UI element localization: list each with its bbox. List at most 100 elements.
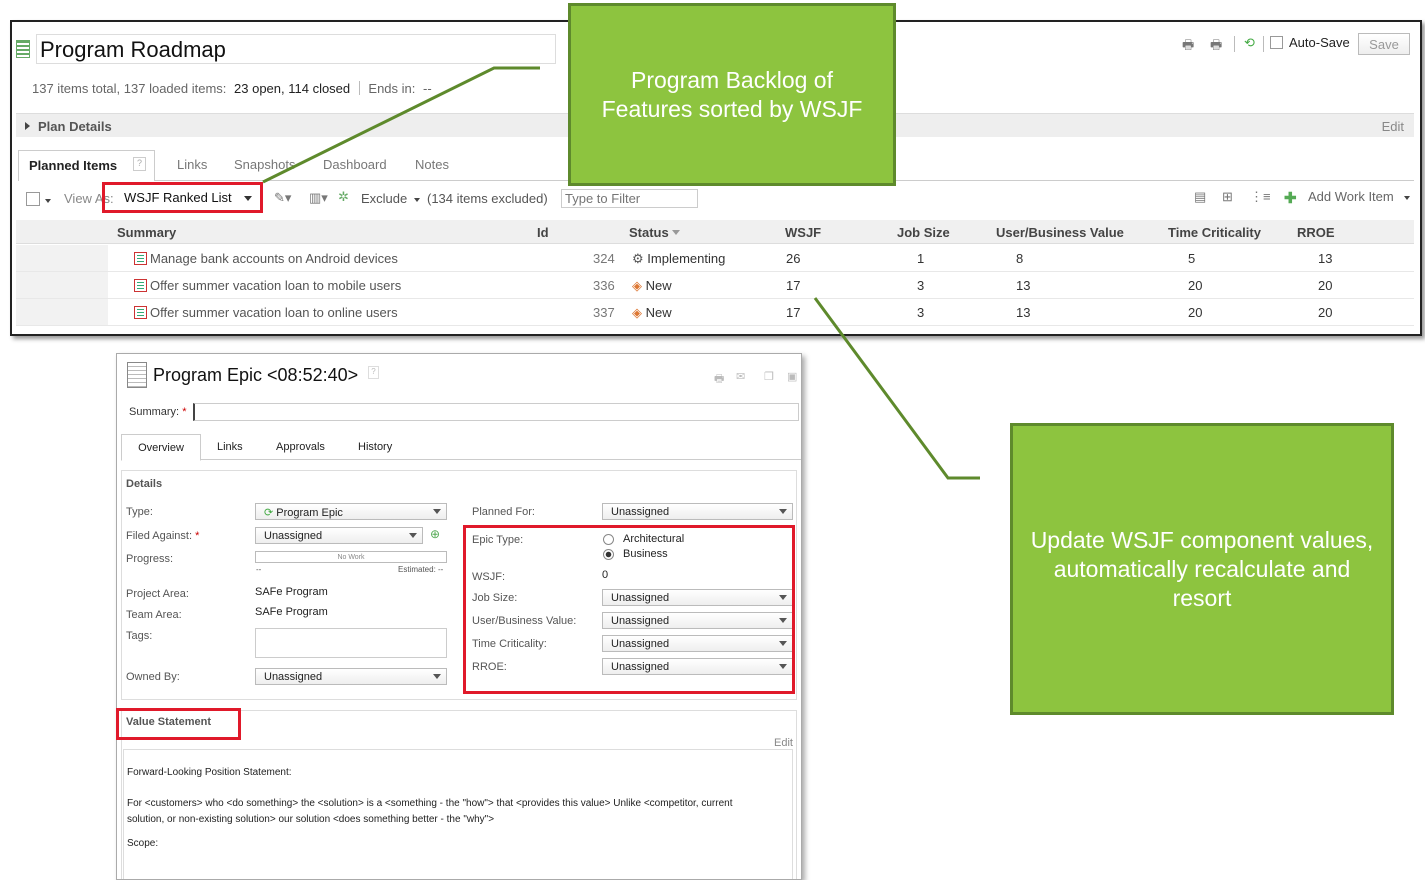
vs-line: Scope: [127,838,159,849]
chevron-down-icon[interactable] [1404,196,1410,200]
col-summary[interactable]: Summary [117,225,176,240]
table-row[interactable]: Manage bank accounts on Android devices … [16,245,1414,272]
owned-by-select[interactable]: Unassigned [255,668,447,685]
value-statement-edit-link[interactable]: Edit [774,737,793,749]
select-all-checkbox[interactable] [26,192,40,206]
tab-dashboard[interactable]: Dashboard [323,157,387,172]
col-user-business-value[interactable]: User/Business Value [996,225,1124,240]
col-status[interactable]: Status [629,225,681,240]
tab-links[interactable]: Links [217,441,243,453]
tab-planned-items[interactable]: Planned Items ? [18,150,155,181]
filed-against-select[interactable]: Unassigned [255,527,423,544]
page-title: Program Roadmap [40,37,226,62]
gear-icon: ⚙ [632,251,644,266]
collapse-icon[interactable]: ▤ [1194,189,1206,205]
summary-label-text: Summary: [129,406,180,418]
row-id: 336 [593,278,615,293]
col-rroe[interactable]: RROE [1297,225,1335,240]
table-row[interactable]: Offer summer vacation loan to online use… [16,299,1414,326]
auto-save-checkbox[interactable] [1270,36,1283,49]
columns-icon[interactable]: ▥▾ [309,190,328,206]
print-icon[interactable]: 🖶 [1182,36,1194,58]
help-icon[interactable]: ? [368,366,379,379]
sort-desc-icon [672,230,681,235]
col-time-criticality[interactable]: Time Criticality [1168,225,1261,240]
row-id: 324 [593,251,615,266]
progress-label: Progress: [126,553,174,565]
print-icon[interactable]: 🖶 [714,370,724,389]
project-area-value[interactable]: SAFe Program [255,586,328,598]
tab-label: Overview [138,442,184,454]
row-status: ◈ New [632,305,672,321]
roadmap-icon [16,40,30,58]
refresh-icon[interactable]: ⟲ [1244,35,1255,51]
exclude-icon[interactable]: ✲ [338,189,349,205]
col-job-size[interactable]: Job Size [897,225,950,240]
estimated-text: Estimated: -- [398,565,444,574]
owned-by-value: Unassigned [264,671,323,683]
row-wsjf: 26 [786,251,801,266]
tab-notes[interactable]: Notes [415,157,449,172]
filed-against-value: Unassigned [264,530,323,542]
edit-icon[interactable]: ✎▾ [274,190,291,206]
row-rroe: 13 [1318,251,1333,266]
row-gutter [16,299,108,325]
tags-input[interactable] [255,628,447,658]
row-summary[interactable]: Offer summer vacation loan to online use… [134,305,398,320]
col-wsjf[interactable]: WSJF [785,225,821,240]
row-gutter [16,272,108,298]
type-label: Type: [126,506,153,518]
row-rroe: 20 [1318,278,1333,293]
add-icon[interactable]: ✚ [1284,189,1297,207]
list-icon[interactable]: ⋮≡ [1250,189,1271,205]
tab-snapshots[interactable]: Snapshots [234,157,295,172]
help-icon[interactable]: ? [133,157,146,171]
filed-against-text: Filed Against: [126,530,193,542]
chevron-down-icon [433,674,441,679]
type-select[interactable]: ⟳ Program Epic [255,503,447,520]
roadmap-title-field[interactable]: Program Roadmap [36,34,556,64]
tab-links[interactable]: Links [177,157,207,172]
col-id[interactable]: Id [537,225,549,240]
col-status-label: Status [629,225,669,240]
chevron-down-icon[interactable] [414,198,420,202]
table-row[interactable]: Offer summer vacation loan to mobile use… [16,272,1414,299]
save-button[interactable]: Save [1358,33,1410,55]
planned-for-value: Unassigned [611,506,670,518]
chevron-down-icon[interactable] [45,199,51,203]
row-ubv: 13 [1016,278,1031,293]
progress-bar: No Work [255,551,447,563]
team-area-value[interactable]: SAFe Program [255,606,328,618]
save-icon[interactable]: ▣ [787,370,797,383]
summary-input[interactable] [193,403,799,421]
print-preview-icon[interactable]: 🖶 [1210,36,1222,58]
value-statement-body[interactable]: Forward-Looking Position Statement: For … [123,749,793,879]
chevron-down-icon [433,509,441,514]
owned-by-label: Owned By: [126,671,180,683]
row-tc: 5 [1188,251,1196,266]
row-status: ◈ New [632,278,672,294]
tab-label: Planned Items [29,158,118,173]
row-summary[interactable]: Offer summer vacation loan to mobile use… [134,278,401,293]
tab-history[interactable]: History [358,441,392,453]
summary-text: Offer summer vacation loan to mobile use… [150,278,402,293]
filter-input[interactable] [561,189,698,208]
add-work-item-button[interactable]: Add Work Item [1308,189,1394,204]
mail-icon[interactable]: ✉ [736,370,745,383]
value-statement-highlight [116,708,241,740]
row-summary[interactable]: Manage bank accounts on Android devices [134,251,398,266]
tab-overview[interactable]: Overview [121,434,201,461]
ends-in-value: -- [423,81,432,96]
plan-details-edit-link[interactable]: Edit [1382,119,1404,134]
row-rroe: 20 [1318,305,1333,320]
row-status: ⚙ Implementing [632,251,725,267]
expand-icon[interactable]: ⊞ [1222,189,1233,205]
browse-icon[interactable]: ⊕ [430,527,440,541]
planned-for-select[interactable]: Unassigned [602,503,793,520]
copy-icon[interactable]: ❐ [764,370,774,383]
exclude-menu[interactable]: Exclude [361,191,407,206]
open-closed-count[interactable]: 23 open, 114 closed [234,81,350,96]
tab-approvals[interactable]: Approvals [276,441,325,453]
save-button-label: Save [1369,37,1399,52]
ends-in-label: Ends in: [368,81,416,96]
